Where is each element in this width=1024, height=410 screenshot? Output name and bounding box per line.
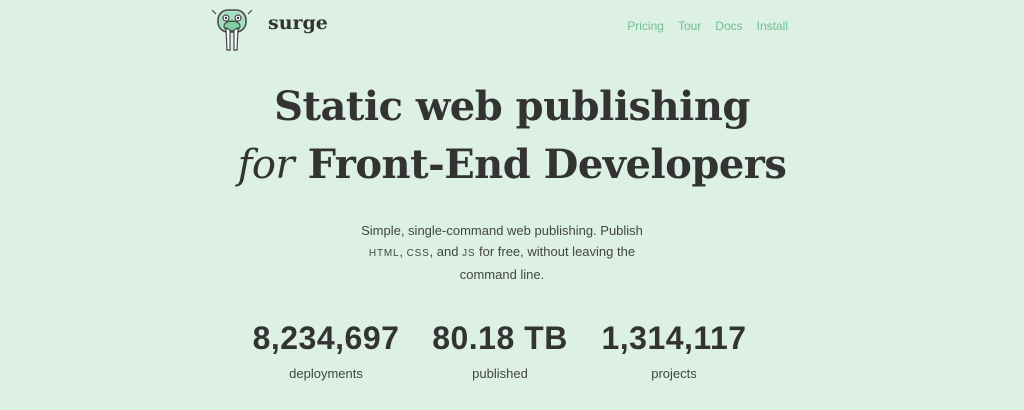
headline-line2: Front-End Developers [307,141,787,188]
headline-italic: for [237,142,295,188]
nav-install[interactable]: Install [757,19,788,33]
stat-value: 8,234,697 [252,320,400,356]
stat-deployments: 8,234,697 deployments [246,318,406,384]
intro-js: JS [462,248,476,259]
brand-name[interactable]: surge [268,12,328,34]
stat-projects: 1,314,117 projects [594,318,754,384]
top-nav: Pricing Tour Docs Install [627,19,788,33]
intro-part2: for free, without leaving the [475,244,636,259]
stat-value: 80.18 TB [432,320,568,356]
nav-pricing[interactable]: Pricing [627,19,664,33]
site-header: surge Pricing Tour Docs Install [0,0,1024,60]
intro-part3: command line. [459,267,545,282]
stat-label: deployments [289,366,363,381]
stat-published: 80.18 TB published [430,318,570,384]
intro-text: Simple, single-command web publishing. P… [332,220,672,285]
hero-headline: Static web publishing for Front-End Deve… [0,78,1024,194]
intro-sep2: , and [429,244,463,259]
stat-label: published [472,366,528,381]
stat-value: 1,314,117 [601,320,747,356]
intro-css: CSS [406,248,430,259]
nav-tour[interactable]: Tour [678,19,701,33]
nav-docs[interactable]: Docs [715,19,742,33]
walrus-logo-icon[interactable] [212,6,252,54]
intro-part1: Simple, single-command web publishing. P… [361,223,643,238]
intro-html: HTML [368,248,400,259]
headline-line1: Static web publishing [274,83,750,130]
intro-sep1: , [399,244,407,259]
stat-label: projects [651,366,697,381]
